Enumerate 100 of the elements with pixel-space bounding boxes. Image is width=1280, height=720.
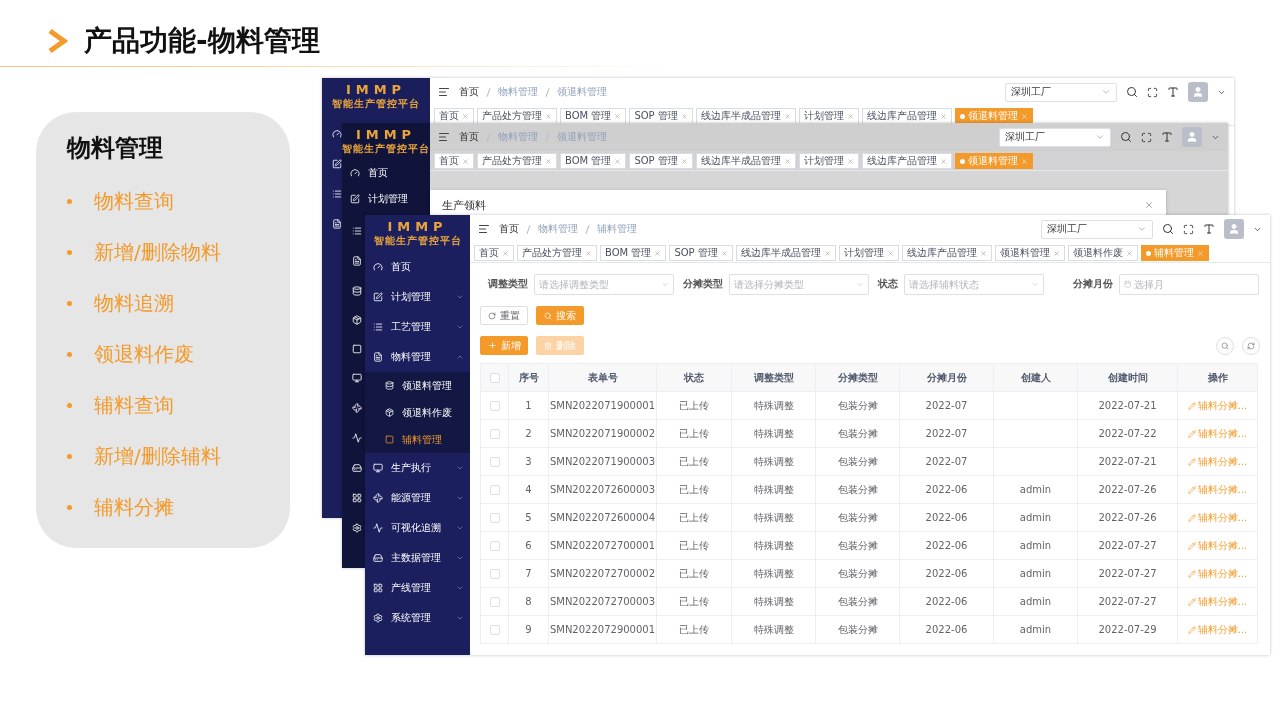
close-icon[interactable] — [545, 157, 552, 165]
drive-icon[interactable] — [352, 463, 362, 473]
factory-select[interactable]: 深圳工厂 — [999, 127, 1111, 147]
checkbox[interactable] — [489, 485, 500, 495]
tab[interactable]: 产品处方管理 — [477, 108, 557, 124]
font-size-icon[interactable] — [1203, 223, 1215, 235]
close-icon[interactable] — [783, 157, 791, 165]
close-icon[interactable] — [886, 249, 894, 257]
avatar[interactable] — [1182, 127, 1202, 147]
tab[interactable]: 首页 — [434, 153, 474, 169]
tab[interactable]: 首页 — [434, 108, 474, 124]
fullscreen-icon[interactable] — [1183, 223, 1194, 235]
tab[interactable]: 计划管理 — [798, 108, 859, 124]
menu-item[interactable]: 首页 — [365, 252, 470, 282]
document-icon[interactable] — [332, 219, 342, 229]
tab[interactable]: BOM 管理 — [600, 245, 667, 261]
breadcrumb-link[interactable]: 首页 — [459, 130, 479, 144]
tab[interactable]: 计划管理 — [798, 153, 859, 169]
close-icon[interactable] — [1020, 112, 1028, 120]
tab[interactable]: 线边库半成品管理 — [735, 245, 836, 261]
factory-select[interactable]: 深圳工厂 — [1041, 219, 1153, 239]
checkbox[interactable] — [489, 597, 500, 607]
close-icon[interactable] — [846, 112, 854, 120]
date-input[interactable]: 选择月 — [1134, 278, 1254, 290]
menu-icon[interactable] — [438, 86, 450, 98]
search-icon[interactable] — [1162, 223, 1174, 235]
reset-button[interactable]: 重置 — [480, 306, 528, 325]
close-icon[interactable] — [1125, 249, 1133, 257]
breadcrumb-link[interactable]: 首页 — [499, 222, 519, 236]
avatar[interactable] — [1188, 82, 1208, 102]
close-icon[interactable] — [614, 112, 622, 120]
close-icon[interactable] — [939, 112, 947, 120]
close-icon[interactable] — [545, 112, 552, 120]
menu-item[interactable]: 主数据管理 — [365, 543, 470, 573]
menu-item[interactable]: 计划管理 — [342, 186, 430, 212]
close-icon[interactable] — [680, 112, 688, 120]
select-input[interactable]: 请选择调整类型 — [539, 278, 658, 290]
fullscreen-icon[interactable] — [1141, 131, 1152, 143]
gauge-icon[interactable] — [332, 129, 342, 139]
submenu-item[interactable]: 领退料管理 — [365, 372, 470, 399]
tab[interactable]: SOP 管理 — [629, 153, 693, 169]
close-icon[interactable] — [979, 249, 987, 257]
menu-item[interactable]: 能源管理 — [365, 483, 470, 513]
tab[interactable]: SOP 管理 — [669, 245, 733, 261]
close-icon[interactable] — [1052, 249, 1060, 257]
checkbox[interactable] — [489, 401, 500, 411]
tab[interactable]: 首页 — [474, 245, 514, 261]
select-input[interactable]: 请选择辅料状态 — [909, 278, 1028, 290]
close-icon[interactable] — [502, 249, 509, 257]
database-icon[interactable] — [352, 285, 362, 296]
menu-item[interactable]: 生产执行 — [365, 453, 470, 483]
menu-item[interactable]: 计划管理 — [365, 282, 470, 312]
list-icon[interactable] — [332, 189, 342, 199]
checkbox[interactable] — [489, 457, 500, 467]
tab[interactable]: 线边库半成品管理 — [695, 153, 796, 169]
tab[interactable]: 线边库半成品管理 — [695, 108, 796, 124]
select-field[interactable]: 请选择分摊类型 — [729, 273, 869, 295]
close-icon[interactable] — [1020, 157, 1028, 165]
factory-select[interactable]: 深圳工厂 — [1005, 82, 1117, 102]
tab[interactable]: 线边库产品管理 — [861, 108, 952, 124]
tab[interactable]: 线边库产品管理 — [901, 245, 992, 261]
tab[interactable]: 领退料管理 — [994, 245, 1065, 261]
close-icon[interactable] — [783, 112, 791, 120]
checkbox[interactable] — [489, 541, 500, 551]
select-input[interactable]: 请选择分摊类型 — [734, 278, 853, 290]
font-size-icon[interactable] — [1167, 86, 1179, 98]
tab[interactable]: 产品处方管理 — [517, 245, 597, 261]
menu-item[interactable]: 可视化追溯 — [365, 513, 470, 543]
close-icon[interactable] — [846, 157, 854, 165]
fullscreen-icon[interactable] — [1147, 86, 1158, 98]
breadcrumb-link[interactable]: 首页 — [459, 85, 479, 99]
grid-icon[interactable] — [352, 493, 362, 503]
settings-icon[interactable] — [352, 523, 362, 533]
close-icon[interactable] — [939, 157, 947, 165]
close-icon[interactable] — [585, 249, 592, 257]
select-field[interactable]: 请选择辅料状态 — [904, 273, 1044, 295]
tab[interactable]: 领退料作废 — [1067, 245, 1138, 261]
menu-item[interactable]: 工艺管理 — [365, 312, 470, 342]
close-icon[interactable] — [614, 157, 622, 165]
font-size-icon[interactable] — [1161, 131, 1173, 143]
close-icon[interactable] — [654, 249, 662, 257]
tab[interactable]: 线边库产品管理 — [861, 153, 952, 169]
close-icon[interactable] — [823, 249, 831, 257]
close-icon[interactable] — [462, 112, 469, 120]
list-icon[interactable] — [352, 226, 362, 236]
close-icon[interactable] — [1144, 200, 1154, 210]
date-field[interactable]: 选择月 — [1119, 273, 1259, 295]
tab[interactable]: BOM 管理 — [560, 153, 627, 169]
close-icon[interactable] — [720, 249, 728, 257]
search-icon[interactable] — [1126, 86, 1138, 98]
checkbox[interactable] — [489, 429, 500, 439]
menu-item[interactable]: 系统管理 — [365, 603, 470, 633]
menu-item[interactable]: 首页 — [342, 160, 430, 186]
close-icon[interactable] — [680, 157, 688, 165]
menu-item[interactable]: 产线管理 — [365, 573, 470, 603]
close-icon[interactable] — [462, 157, 469, 165]
close-icon[interactable] — [1196, 249, 1204, 257]
checkbox[interactable] — [489, 625, 500, 635]
tab[interactable]: 计划管理 — [838, 245, 899, 261]
menu-icon[interactable] — [478, 223, 490, 235]
